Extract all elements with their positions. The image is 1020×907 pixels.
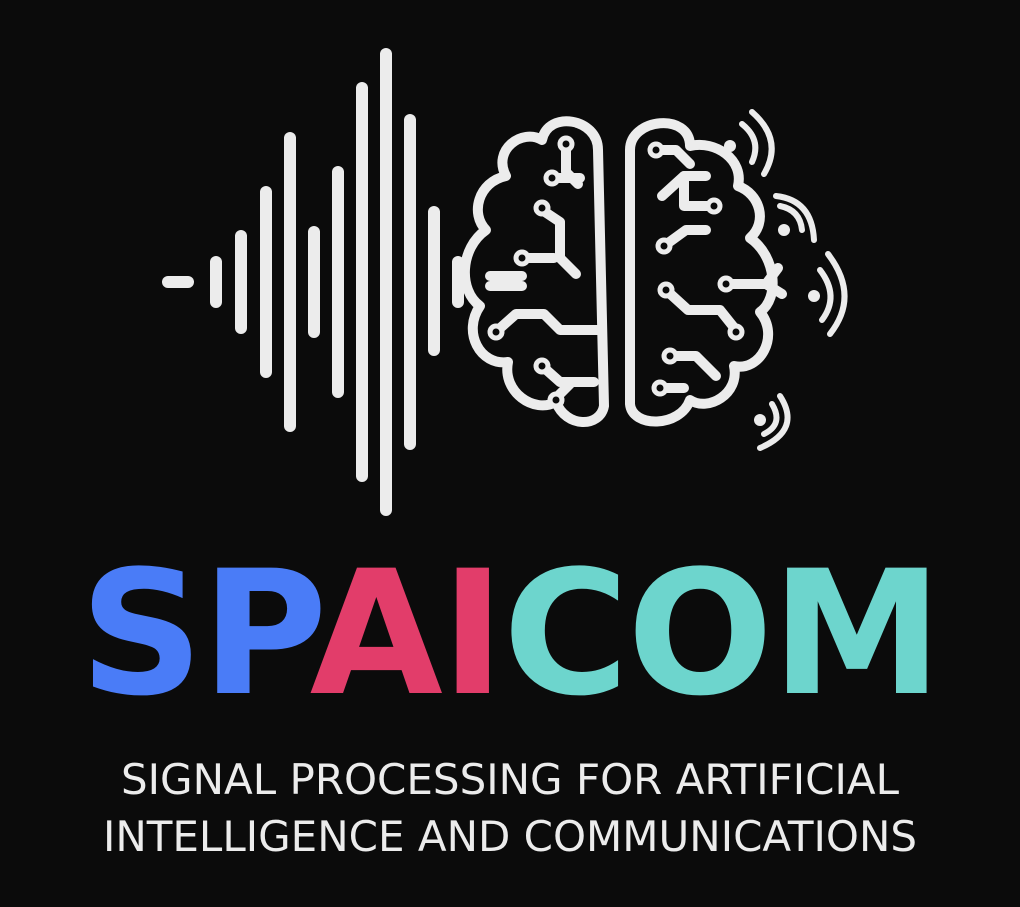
- spaicom-wordmark: SPAICOM: [0, 548, 1020, 720]
- sound-wave-brain-circuit-icon: [162, 48, 848, 516]
- wordmark-ai: AI: [309, 533, 505, 734]
- tagline-line-2: INTELLIGENCE AND COMMUNICATIONS: [102, 812, 918, 861]
- tagline-line-1: SIGNAL PROCESSING FOR ARTIFICIAL: [121, 755, 899, 804]
- wordmark-com: COM: [502, 533, 943, 734]
- brain-right-hemisphere: [625, 118, 787, 427]
- sound-wave-bars: [162, 48, 464, 516]
- brain-left-hemisphere: [459, 116, 609, 427]
- wordmark-sp: SP: [79, 533, 312, 734]
